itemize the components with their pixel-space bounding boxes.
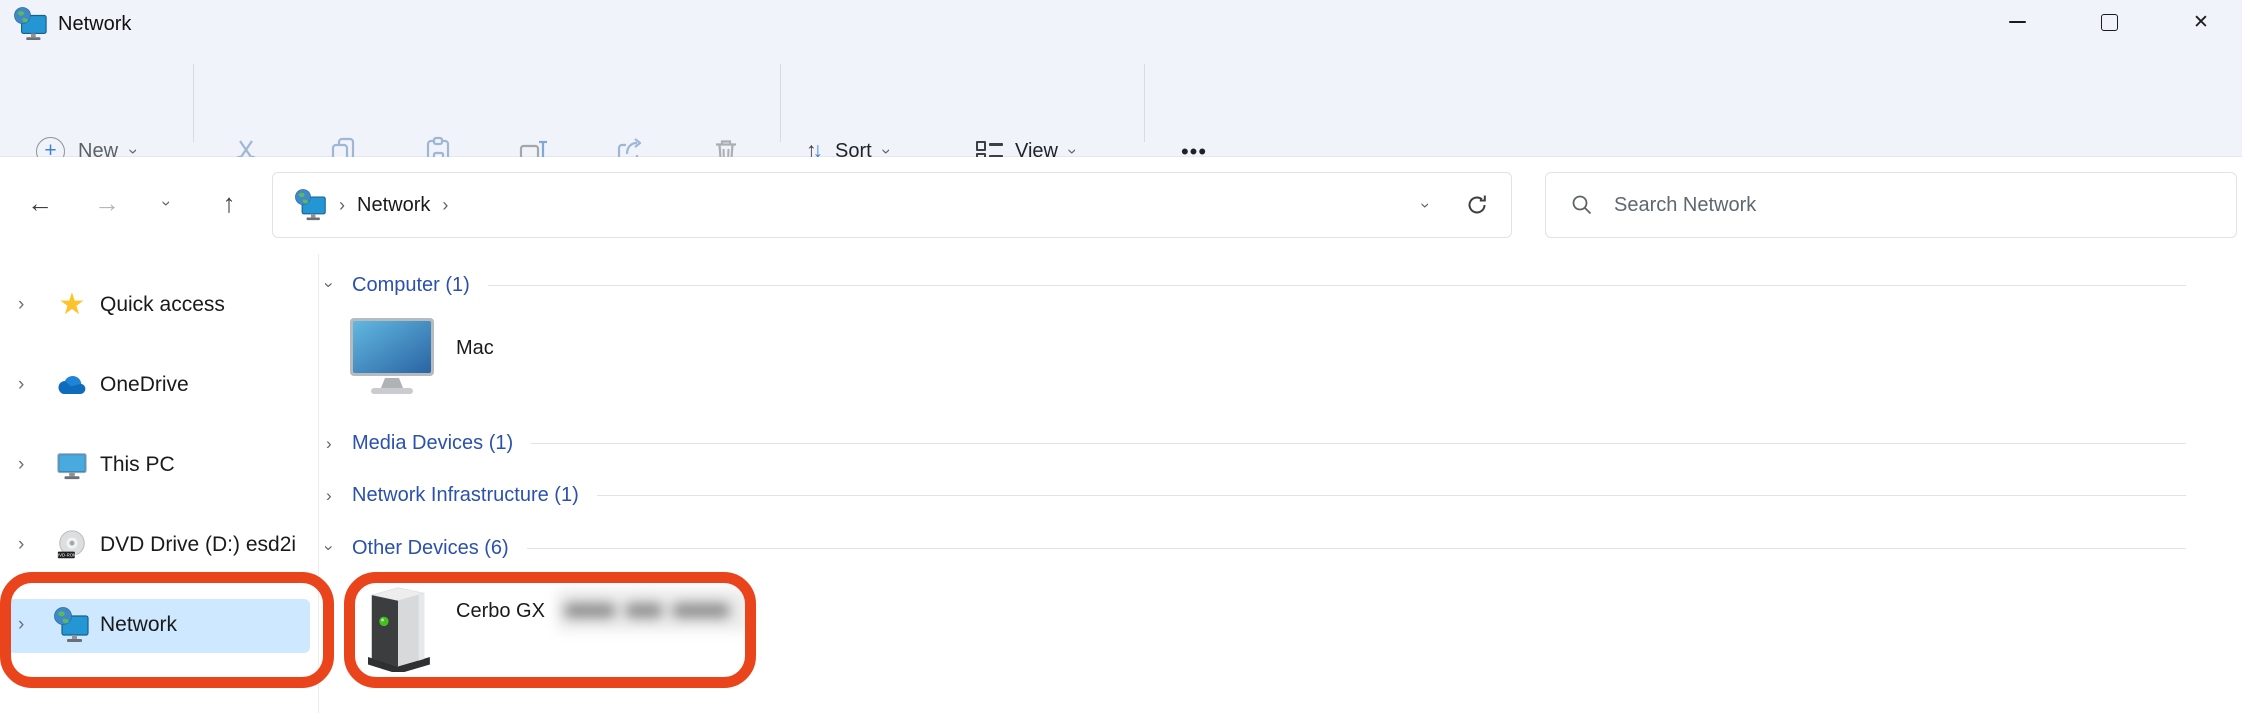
network-icon [14,7,48,41]
sidebar-item-dvd-drive[interactable]: › DVD-ROM DVD Drive (D:) esd2i [0,517,318,573]
network-icon [295,189,327,221]
network-globe-monitor-icon [54,607,90,643]
sidebar-item-label: This PC [100,453,175,477]
toolbar-divider [1144,64,1145,142]
redacted-text-blur [556,589,750,631]
toolbar-divider [193,64,194,142]
title-bar: Network ✕ [0,0,2242,48]
chevron-right-icon[interactable]: › [326,487,352,504]
svg-text:DVD-ROM: DVD-ROM [56,553,77,558]
chevron-right-icon[interactable]: › [18,454,40,476]
back-arrow-icon: ← [27,188,53,219]
chevron-right-icon[interactable]: › [18,534,40,556]
maximize-button[interactable] [2074,0,2144,44]
group-rule [488,285,2186,286]
chevron-down-icon: › [158,200,175,206]
refresh-button[interactable] [1457,185,1497,225]
search-icon [1570,193,1594,217]
monitor-icon [54,447,90,483]
onedrive-cloud-icon [54,367,90,403]
group-label[interactable]: Computer (1) [352,274,470,297]
forward-arrow-icon: → [94,188,120,219]
group-rule [527,548,2186,549]
group-label[interactable]: Other Devices (6) [352,537,509,560]
search-field-container [1545,172,2237,238]
forward-button[interactable]: → [79,175,135,231]
up-button[interactable]: ↑ [201,175,257,231]
breadcrumb-separator-icon: › [442,197,448,214]
group-label[interactable]: Media Devices (1) [352,432,513,455]
file-explorer-window: Network ✕ + New › [0,0,2242,713]
address-bar[interactable]: › Network › › [272,172,1512,238]
close-icon: ✕ [2193,11,2209,34]
chevron-right-icon[interactable]: › [18,614,40,636]
back-button[interactable]: ← [12,175,68,231]
group-rule [531,443,2186,444]
group-header-network-infrastructure[interactable]: › Network Infrastructure (1) [326,481,2214,509]
sidebar-item-network[interactable]: › Network [0,597,318,653]
search-input[interactable] [1612,193,2176,218]
sidebar-item-label: OneDrive [100,373,189,397]
sidebar-item-onedrive[interactable]: › OneDrive [0,357,318,413]
command-toolbar: + New › [0,48,2242,157]
group-header-other-devices[interactable]: › Other Devices (6) [326,534,2214,562]
chevron-down-icon[interactable]: › [326,538,352,558]
chevron-right-icon[interactable]: › [18,374,40,396]
recent-locations-button[interactable]: › [149,175,185,231]
mac-computer-icon [348,316,436,396]
window-title: Network [58,0,131,48]
star-icon: ★ [54,287,90,323]
up-arrow-icon: ↑ [223,188,236,219]
item-name: Mac [456,337,494,360]
close-button[interactable]: ✕ [2166,0,2236,44]
sidebar-item-quick-access[interactable]: › ★ Quick access [0,277,318,333]
maximize-icon [2101,14,2118,31]
address-dropdown-icon[interactable]: › [1418,202,1435,208]
server-tower-icon [360,582,436,672]
explorer-body: › ★ Quick access › OneDrive › [0,250,2242,713]
chevron-down-icon[interactable]: › [326,275,352,295]
mac-computer-item[interactable]: Mac [348,312,494,400]
refresh-icon [1465,193,1489,217]
chevron-down-icon: › [125,148,142,154]
minimize-button[interactable] [1982,0,2052,44]
sidebar-divider [318,254,319,713]
sidebar-item-label: DVD Drive (D:) esd2i [100,533,296,557]
group-label[interactable]: Network Infrastructure (1) [352,484,579,507]
cerbo-gx-item[interactable]: Cerbo GX [360,583,545,671]
chevron-right-icon[interactable]: › [326,435,352,452]
chevron-right-icon[interactable]: › [18,294,40,316]
group-header-computer[interactable]: › Computer (1) [326,271,2214,299]
item-name: Cerbo GX [456,600,545,623]
sidebar-item-this-pc[interactable]: › This PC [0,437,318,493]
minimize-icon [2009,21,2026,23]
sidebar-item-label: Quick access [100,293,225,317]
chevron-down-icon: › [878,148,895,154]
chevron-down-icon: › [1064,148,1081,154]
sidebar-item-label: Network [100,613,177,637]
address-row: ← → › ↑ › Network › › [0,157,2242,250]
dvd-disc-icon: DVD-ROM [54,527,90,563]
group-rule [597,495,2186,496]
breadcrumb-separator-icon: › [339,197,345,214]
breadcrumb-network[interactable]: Network [357,194,430,217]
toolbar-divider [780,64,781,142]
group-header-media-devices[interactable]: › Media Devices (1) [326,429,2214,457]
